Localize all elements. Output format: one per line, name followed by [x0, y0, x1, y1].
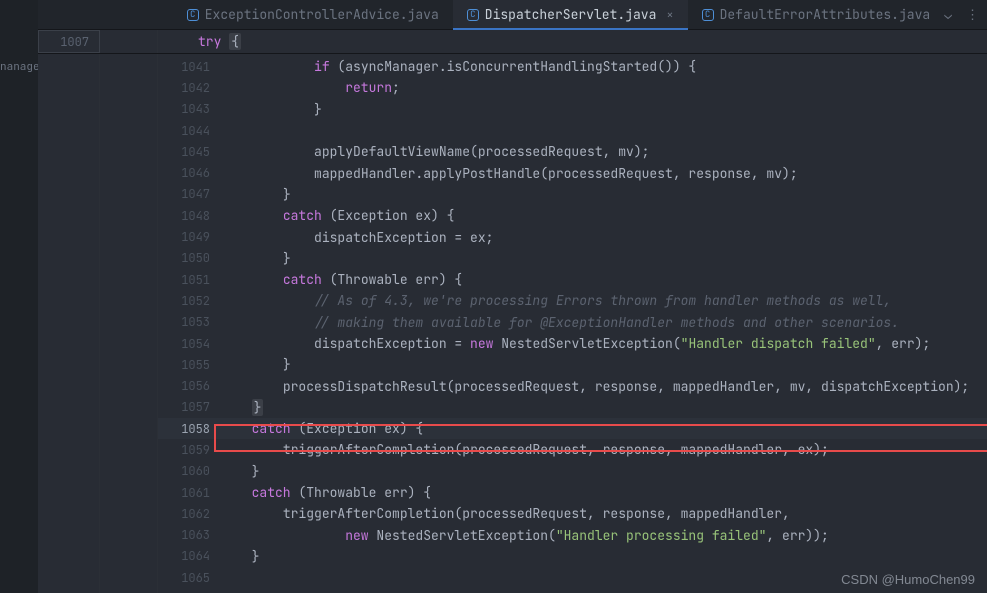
code-line[interactable]: 1053 // making them available for @Excep… [158, 312, 987, 333]
tool-window-strip: nanage [0, 0, 38, 593]
code-text: applyDefaultViewName(processedRequest, m… [158, 143, 649, 160]
code-line[interactable]: 1047 } [158, 184, 987, 205]
code-line[interactable]: 1049 dispatchException = ex; [158, 226, 987, 247]
line-number: 1056 [158, 378, 220, 394]
code-line[interactable]: 1056 processDispatchResult(processedRequ… [158, 375, 987, 396]
line-number: 1059 [158, 442, 220, 458]
watermark: CSDN @HumoChen99 [841, 572, 975, 587]
code-text: processDispatchResult(processedRequest, … [158, 378, 969, 395]
code-line[interactable]: 1055 } [158, 354, 987, 375]
code-text: triggerAfterCompletion(processedRequest,… [158, 505, 790, 522]
class-icon: C [702, 9, 714, 21]
line-number: 1063 [158, 527, 220, 543]
line-number: 1049 [158, 229, 220, 245]
line-number: 1046 [158, 165, 220, 181]
line-number: 1044 [158, 123, 220, 139]
code-line[interactable]: 1059 triggerAfterCompletion(processedReq… [158, 439, 987, 460]
code-line[interactable]: 1044 [158, 120, 987, 141]
class-icon: C [467, 9, 479, 21]
code-text: // As of 4.3, we're processing Errors th… [158, 292, 891, 309]
code-text: mappedHandler.applyPostHandle(processedR… [158, 165, 798, 182]
code-text: // making them available for @ExceptionH… [158, 314, 899, 331]
line-number: 1053 [158, 314, 220, 330]
code-line[interactable]: 1045 applyDefaultViewName(processedReque… [158, 141, 987, 162]
code-line[interactable]: 1041 if (asyncManager.isConcurrentHandli… [158, 56, 987, 77]
code-line[interactable]: 1048 catch (Exception ex) { [158, 205, 987, 226]
line-number: 1042 [158, 80, 220, 96]
code-line[interactable]: 1051 catch (Throwable err) { [158, 269, 987, 290]
tab-exception-controller-advice[interactable]: C ExceptionControllerAdvice.java [173, 0, 453, 29]
editor-tab-bar: C ExceptionControllerAdvice.java C Dispa… [38, 0, 987, 30]
code-line[interactable]: 1046 mappedHandler.applyPostHandle(proce… [158, 162, 987, 183]
code-line[interactable]: 1058 catch (Exception ex) { [158, 418, 987, 439]
sticky-code: try { [158, 30, 241, 53]
code-line[interactable]: 1057 } [158, 397, 987, 418]
tab-default-error-attributes[interactable]: C DefaultErrorAttributes.java [688, 0, 945, 29]
code-editor[interactable]: 1041 if (asyncManager.isConcurrentHandli… [38, 54, 987, 593]
close-icon[interactable]: × [666, 7, 673, 23]
code-text: triggerAfterCompletion(processedRequest,… [158, 441, 829, 458]
code-line[interactable]: 1063 new NestedServletException("Handler… [158, 525, 987, 546]
sticky-scroll-header[interactable]: 1007 try { [38, 30, 987, 54]
line-number: 1065 [158, 570, 220, 586]
code-line[interactable]: 1064 } [158, 546, 987, 567]
code-line[interactable]: 1052 // As of 4.3, we're processing Erro… [158, 290, 987, 311]
line-number: 1061 [158, 485, 220, 501]
line-number: 1045 [158, 144, 220, 160]
line-number: 1055 [158, 357, 220, 373]
class-icon: C [187, 9, 199, 21]
line-number: 1060 [158, 463, 220, 479]
line-number: 1062 [158, 506, 220, 522]
line-number: 1047 [158, 186, 220, 202]
line-number: 1051 [158, 272, 220, 288]
code-line[interactable]: 1060 } [158, 461, 987, 482]
line-number: 1052 [158, 293, 220, 309]
code-line[interactable]: 1054 dispatchException = new NestedServl… [158, 333, 987, 354]
code-line[interactable]: 1042 return; [158, 77, 987, 98]
code-text: new NestedServletException("Handler proc… [158, 527, 829, 544]
line-number: 1043 [158, 101, 220, 117]
line-number: 1048 [158, 208, 220, 224]
line-number: 1054 [158, 336, 220, 352]
line-number: 1050 [158, 250, 220, 266]
more-icon[interactable]: ⋮ [966, 6, 979, 23]
tab-label: DefaultErrorAttributes.java [720, 6, 931, 23]
tab-label: ExceptionControllerAdvice.java [205, 6, 439, 23]
line-number: 1057 [158, 399, 220, 415]
code-line[interactable]: 1062 triggerAfterCompletion(processedReq… [158, 503, 987, 524]
code-text: dispatchException = new NestedServletExc… [158, 335, 930, 352]
side-label: nanage [0, 60, 38, 74]
sticky-line-number: 1007 [38, 30, 100, 53]
tab-dispatcher-servlet[interactable]: C DispatcherServlet.java × [453, 0, 688, 29]
chevron-down-icon[interactable]: ⌄ [944, 6, 952, 23]
line-number: 1041 [158, 59, 220, 75]
code-text: if (asyncManager.isConcurrentHandlingSta… [158, 58, 696, 75]
code-line[interactable]: 1050 } [158, 248, 987, 269]
line-number: 1064 [158, 548, 220, 564]
code-line[interactable]: 1061 catch (Throwable err) { [158, 482, 987, 503]
tab-label: DispatcherServlet.java [485, 6, 657, 23]
code-line[interactable]: 1043 } [158, 99, 987, 120]
line-number: 1058 [158, 421, 220, 437]
